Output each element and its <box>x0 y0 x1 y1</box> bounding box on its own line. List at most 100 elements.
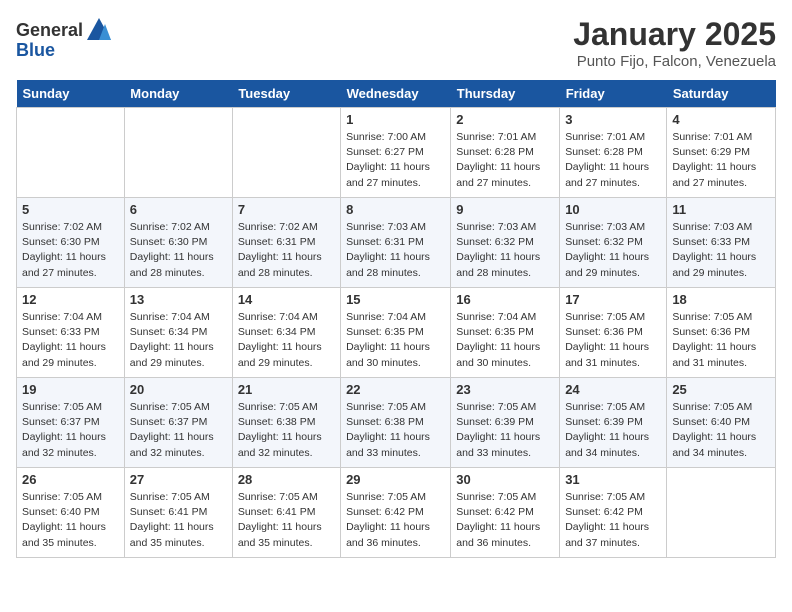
calendar-cell: 9 Sunrise: 7:03 AMSunset: 6:32 PMDaylight… <box>451 198 560 288</box>
day-info: Sunrise: 7:04 AMSunset: 6:35 PMDaylight:… <box>456 310 554 371</box>
calendar-cell: 18 Sunrise: 7:05 AMSunset: 6:36 PMDayligh… <box>667 288 776 378</box>
calendar-cell: 15Sunrise: 7:04 AMSunset: 6:35 PMDayligh… <box>341 288 451 378</box>
day-number: 27 <box>130 472 227 487</box>
day-number: 29 <box>346 472 445 487</box>
calendar-cell: 19 Sunrise: 7:05 AMSunset: 6:37 PMDayligh… <box>17 378 125 468</box>
day-number: 8 <box>346 202 445 217</box>
day-info: Sunrise: 7:01 AMSunset: 6:29 PMDaylight:… <box>672 130 770 191</box>
day-number: 6 <box>130 202 227 217</box>
day-number: 4 <box>672 112 770 127</box>
week-row-5: 26 Sunrise: 7:05 AMSunset: 6:40 PMDayligh… <box>17 468 776 558</box>
day-number: 15 <box>346 292 445 307</box>
calendar-cell <box>667 468 776 558</box>
day-info: Sunrise: 7:04 AMSunset: 6:34 PMDaylight:… <box>238 310 335 371</box>
day-number: 26 <box>22 472 119 487</box>
calendar-cell: 22 Sunrise: 7:05 AMSunset: 6:38 PMDayligh… <box>341 378 451 468</box>
calendar-header-row: SundayMondayTuesdayWednesdayThursdayFrid… <box>17 80 776 108</box>
column-header-sunday: Sunday <box>17 80 125 108</box>
day-info: Sunrise: 7:05 AMSunset: 6:36 PMDaylight:… <box>565 310 661 371</box>
calendar-cell: 25 Sunrise: 7:05 AMSunset: 6:40 PMDayligh… <box>667 378 776 468</box>
calendar-cell: 13 Sunrise: 7:04 AMSunset: 6:34 PMDayligh… <box>124 288 232 378</box>
day-info: Sunrise: 7:05 AMSunset: 6:42 PMDaylight:… <box>456 490 554 551</box>
day-info: Sunrise: 7:05 AMSunset: 6:42 PMDaylight:… <box>565 490 661 551</box>
calendar-cell: 30Sunrise: 7:05 AMSunset: 6:42 PMDayligh… <box>451 468 560 558</box>
calendar-cell: 5 Sunrise: 7:02 AMSunset: 6:30 PMDaylight… <box>17 198 125 288</box>
day-number: 1 <box>346 112 445 127</box>
week-row-4: 19 Sunrise: 7:05 AMSunset: 6:37 PMDayligh… <box>17 378 776 468</box>
calendar-cell: 8 Sunrise: 7:03 AMSunset: 6:31 PMDaylight… <box>341 198 451 288</box>
calendar-cell: 1Sunrise: 7:00 AMSunset: 6:27 PMDaylight… <box>341 108 451 198</box>
day-number: 5 <box>22 202 119 217</box>
calendar-cell: 4 Sunrise: 7:01 AMSunset: 6:29 PMDaylight… <box>667 108 776 198</box>
calendar-table: SundayMondayTuesdayWednesdayThursdayFrid… <box>16 80 776 558</box>
page-header: General Blue January 2025 Punto Fijo, Fa… <box>16 16 776 70</box>
column-header-wednesday: Wednesday <box>341 80 451 108</box>
day-info: Sunrise: 7:05 AMSunset: 6:37 PMDaylight:… <box>130 400 227 461</box>
day-number: 23 <box>456 382 554 397</box>
calendar-cell: 2 Sunrise: 7:01 AMSunset: 6:28 PMDaylight… <box>451 108 560 198</box>
day-number: 12 <box>22 292 119 307</box>
week-row-2: 5 Sunrise: 7:02 AMSunset: 6:30 PMDaylight… <box>17 198 776 288</box>
day-info: Sunrise: 7:05 AMSunset: 6:37 PMDaylight:… <box>22 400 119 461</box>
calendar-cell: 6 Sunrise: 7:02 AMSunset: 6:30 PMDaylight… <box>124 198 232 288</box>
calendar-cell <box>17 108 125 198</box>
calendar-cell: 12 Sunrise: 7:04 AMSunset: 6:33 PMDayligh… <box>17 288 125 378</box>
calendar-cell <box>124 108 232 198</box>
calendar-cell: 31Sunrise: 7:05 AMSunset: 6:42 PMDayligh… <box>560 468 667 558</box>
day-number: 16 <box>456 292 554 307</box>
day-number: 22 <box>346 382 445 397</box>
day-info: Sunrise: 7:02 AMSunset: 6:31 PMDaylight:… <box>238 220 335 281</box>
logo-blue-text: Blue <box>16 40 55 61</box>
day-number: 19 <box>22 382 119 397</box>
calendar-cell: 21 Sunrise: 7:05 AMSunset: 6:38 PMDayligh… <box>232 378 340 468</box>
week-row-1: 1Sunrise: 7:00 AMSunset: 6:27 PMDaylight… <box>17 108 776 198</box>
day-info: Sunrise: 7:05 AMSunset: 6:40 PMDaylight:… <box>672 400 770 461</box>
day-number: 24 <box>565 382 661 397</box>
calendar-cell: 29Sunrise: 7:05 AMSunset: 6:42 PMDayligh… <box>341 468 451 558</box>
day-number: 21 <box>238 382 335 397</box>
column-header-monday: Monday <box>124 80 232 108</box>
day-info: Sunrise: 7:03 AMSunset: 6:32 PMDaylight:… <box>456 220 554 281</box>
day-info: Sunrise: 7:05 AMSunset: 6:36 PMDaylight:… <box>672 310 770 371</box>
day-info: Sunrise: 7:03 AMSunset: 6:31 PMDaylight:… <box>346 220 445 281</box>
calendar-cell: 11 Sunrise: 7:03 AMSunset: 6:33 PMDayligh… <box>667 198 776 288</box>
calendar-cell <box>232 108 340 198</box>
day-info: Sunrise: 7:01 AMSunset: 6:28 PMDaylight:… <box>565 130 661 191</box>
day-number: 25 <box>672 382 770 397</box>
day-number: 11 <box>672 202 770 217</box>
day-number: 9 <box>456 202 554 217</box>
calendar-cell: 23Sunrise: 7:05 AMSunset: 6:39 PMDayligh… <box>451 378 560 468</box>
day-number: 13 <box>130 292 227 307</box>
day-info: Sunrise: 7:03 AMSunset: 6:33 PMDaylight:… <box>672 220 770 281</box>
day-number: 17 <box>565 292 661 307</box>
calendar-cell: 28 Sunrise: 7:05 AMSunset: 6:41 PMDayligh… <box>232 468 340 558</box>
month-title: January 2025 <box>573 16 776 53</box>
day-info: Sunrise: 7:05 AMSunset: 6:40 PMDaylight:… <box>22 490 119 551</box>
calendar-cell: 17 Sunrise: 7:05 AMSunset: 6:36 PMDayligh… <box>560 288 667 378</box>
week-row-3: 12 Sunrise: 7:04 AMSunset: 6:33 PMDayligh… <box>17 288 776 378</box>
location-title: Punto Fijo, Falcon, Venezuela <box>573 53 776 70</box>
day-number: 20 <box>130 382 227 397</box>
day-number: 10 <box>565 202 661 217</box>
column-header-tuesday: Tuesday <box>232 80 340 108</box>
title-section: January 2025 Punto Fijo, Falcon, Venezue… <box>573 16 776 70</box>
day-info: Sunrise: 7:05 AMSunset: 6:38 PMDaylight:… <box>346 400 445 461</box>
day-info: Sunrise: 7:05 AMSunset: 6:41 PMDaylight:… <box>238 490 335 551</box>
calendar-cell: 16 Sunrise: 7:04 AMSunset: 6:35 PMDayligh… <box>451 288 560 378</box>
day-number: 28 <box>238 472 335 487</box>
day-number: 18 <box>672 292 770 307</box>
day-info: Sunrise: 7:01 AMSunset: 6:28 PMDaylight:… <box>456 130 554 191</box>
day-info: Sunrise: 7:02 AMSunset: 6:30 PMDaylight:… <box>130 220 227 281</box>
logo-icon <box>85 16 113 44</box>
day-info: Sunrise: 7:05 AMSunset: 6:38 PMDaylight:… <box>238 400 335 461</box>
day-info: Sunrise: 7:04 AMSunset: 6:33 PMDaylight:… <box>22 310 119 371</box>
day-number: 2 <box>456 112 554 127</box>
calendar-cell: 26 Sunrise: 7:05 AMSunset: 6:40 PMDayligh… <box>17 468 125 558</box>
calendar-cell: 10Sunrise: 7:03 AMSunset: 6:32 PMDayligh… <box>560 198 667 288</box>
calendar-cell: 20 Sunrise: 7:05 AMSunset: 6:37 PMDayligh… <box>124 378 232 468</box>
calendar-cell: 3Sunrise: 7:01 AMSunset: 6:28 PMDaylight… <box>560 108 667 198</box>
logo-general-text: General <box>16 20 83 41</box>
column-header-saturday: Saturday <box>667 80 776 108</box>
day-info: Sunrise: 7:04 AMSunset: 6:34 PMDaylight:… <box>130 310 227 371</box>
day-info: Sunrise: 7:02 AMSunset: 6:30 PMDaylight:… <box>22 220 119 281</box>
